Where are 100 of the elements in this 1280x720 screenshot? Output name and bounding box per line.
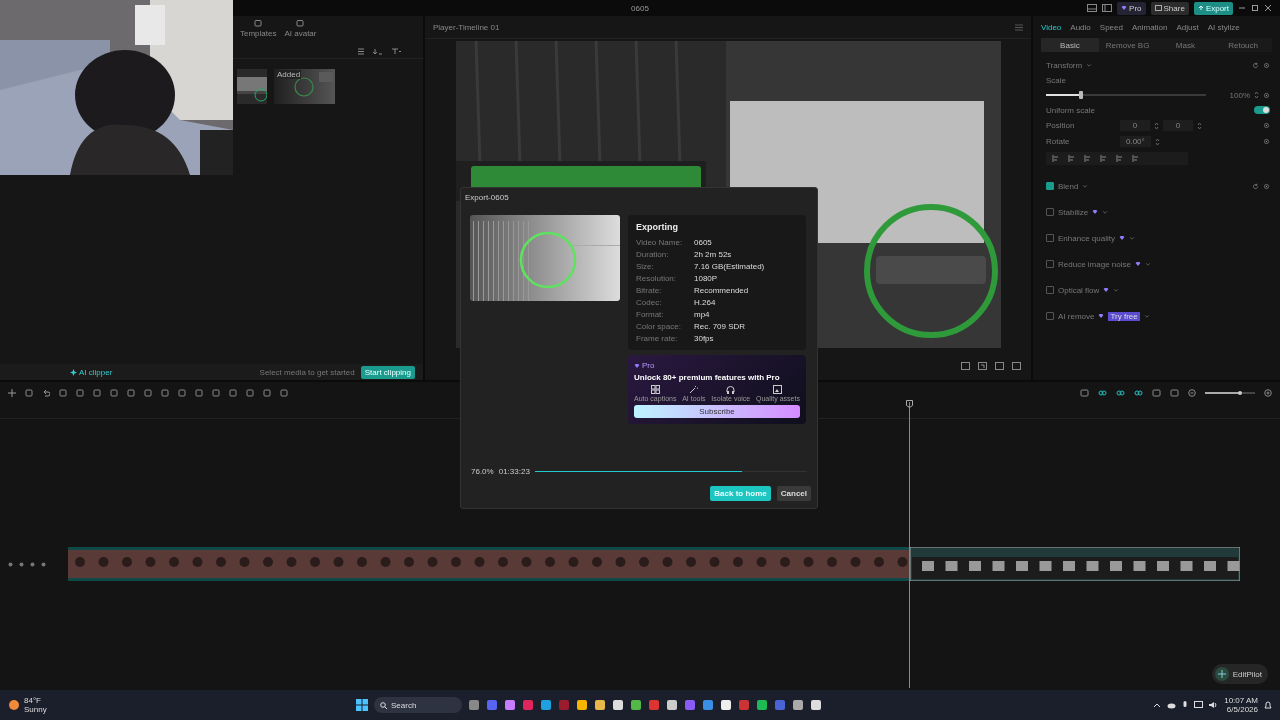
tab[interactable]: Adjust [1176,22,1199,32]
microphone-icon[interactable] [1182,700,1189,710]
filter-icon[interactable] [391,47,401,55]
tab[interactable]: Templates [240,19,277,44]
app-icon[interactable] [576,699,588,711]
chevron-icon[interactable] [1113,287,1120,293]
keyframe-icon[interactable] [1263,138,1270,145]
tab[interactable]: AI avatar [284,19,317,44]
rotate-field[interactable]: 0.00° [1120,136,1151,147]
start-clipping-button[interactable]: Start clipping [360,365,415,379]
undo-icon[interactable] [42,389,50,397]
bell-icon[interactable] [1264,700,1272,710]
tab[interactable]: Mask [1156,38,1215,52]
windows-icon[interactable] [356,699,368,711]
tab[interactable]: Audio [1070,22,1091,32]
zoom-out-icon[interactable] [1188,389,1196,397]
app-icon[interactable] [810,699,822,711]
app-icon[interactable] [792,699,804,711]
copilot-button[interactable]: EditPilot [1211,664,1268,684]
app-icon[interactable] [594,699,606,711]
pro-button[interactable]: Pro [1117,1,1146,15]
zoom-in-icon[interactable] [1264,389,1272,397]
reset-icon[interactable] [1252,61,1259,69]
align-icon[interactable] [1132,155,1139,162]
checkbox[interactable] [1046,234,1054,242]
checkbox[interactable] [1046,260,1054,268]
cancel-button[interactable]: Cancel [776,486,811,501]
app-icon[interactable] [756,699,768,711]
checkbox[interactable] [1046,182,1054,190]
menu-icon[interactable] [1015,23,1023,31]
position-x-field[interactable]: 0 [1120,120,1150,131]
section-title: Optical flow [1058,285,1100,295]
chevron-icon[interactable] [1128,235,1135,241]
pro-label: Pro [642,361,655,370]
chevron-icon[interactable] [1144,261,1151,267]
position-y-field[interactable]: 0 [1163,120,1193,131]
share-button[interactable]: Share [1150,1,1189,15]
chevron-icon[interactable] [1086,62,1093,68]
volume-icon[interactable] [1209,701,1219,709]
app-icon[interactable] [720,699,732,711]
tab[interactable]: AI stylize [1207,22,1240,32]
tab[interactable]: Remove BG [1098,38,1157,52]
app-icon[interactable] [612,699,624,711]
tab[interactable]: Basic [1041,38,1099,52]
checkbox[interactable] [1046,312,1054,320]
slider-thumb[interactable] [1079,91,1084,99]
align-icon[interactable] [1068,155,1075,162]
section-title: Reduce image noise [1058,259,1131,269]
chevron-icon[interactable] [1143,313,1150,319]
stepper-icon[interactable] [1254,91,1259,99]
maximize-icon[interactable] [1251,4,1259,12]
monitor-icon[interactable] [1194,701,1204,709]
scale-value: 100% [1229,90,1250,100]
weather-icon[interactable] [8,699,20,711]
align-icon[interactable] [1052,155,1059,162]
tab[interactable]: Animation [1131,22,1168,32]
export-button[interactable]: Export [1193,1,1233,15]
tab[interactable]: Speed [1099,22,1123,32]
checkbox[interactable] [1046,286,1054,294]
tab-icon [254,19,263,27]
sort-icon[interactable] [373,47,383,55]
window-title: 0605 [631,3,649,13]
image-icon [773,385,783,394]
stepper-icon[interactable] [1154,137,1160,146]
chevron-up-icon[interactable] [1153,701,1162,709]
align-icon[interactable] [1100,155,1107,162]
keyframe-icon[interactable] [1263,182,1270,190]
field-label: Scale [1046,75,1066,85]
diamond-icon [634,362,640,369]
close-icon[interactable] [1264,4,1272,12]
chevron-icon[interactable] [1082,183,1089,189]
checkbox[interactable] [1046,208,1054,216]
align-icon[interactable] [1084,155,1091,162]
app-icon[interactable] [630,699,642,711]
stepper-icon[interactable] [1197,121,1202,130]
layout-icon[interactable] [1102,4,1113,12]
toggle-switch[interactable] [1254,106,1270,114]
stepper-icon[interactable] [1154,121,1159,130]
slider-thumb-icon[interactable] [1238,389,1242,397]
tab[interactable]: Retouch [1214,38,1272,52]
app-icon[interactable] [666,699,678,711]
subscribe-button[interactable]: Subscribe [634,405,800,418]
grid-icon[interactable] [357,47,365,55]
elapsed-time: 01:33:23 [498,467,530,476]
reset-icon[interactable] [1252,182,1259,190]
playhead-handle-icon[interactable] [906,400,913,408]
search-field[interactable]: Search [374,697,462,713]
app-icon[interactable] [504,699,516,711]
cloud-icon[interactable] [1167,701,1177,709]
keyframe-icon[interactable] [1263,91,1270,99]
chevron-icon[interactable] [1102,209,1109,215]
tab[interactable]: Video [1041,22,1062,32]
app-icon[interactable] [540,699,552,711]
section-title: Stabilize [1058,207,1089,217]
minimize-icon[interactable] [1238,4,1246,12]
layout-icon[interactable] [1087,4,1098,12]
keyframe-icon[interactable] [1263,61,1270,69]
align-icon[interactable] [1116,155,1123,162]
keyframe-icon[interactable] [1263,122,1270,129]
plus-icon[interactable] [8,389,16,397]
